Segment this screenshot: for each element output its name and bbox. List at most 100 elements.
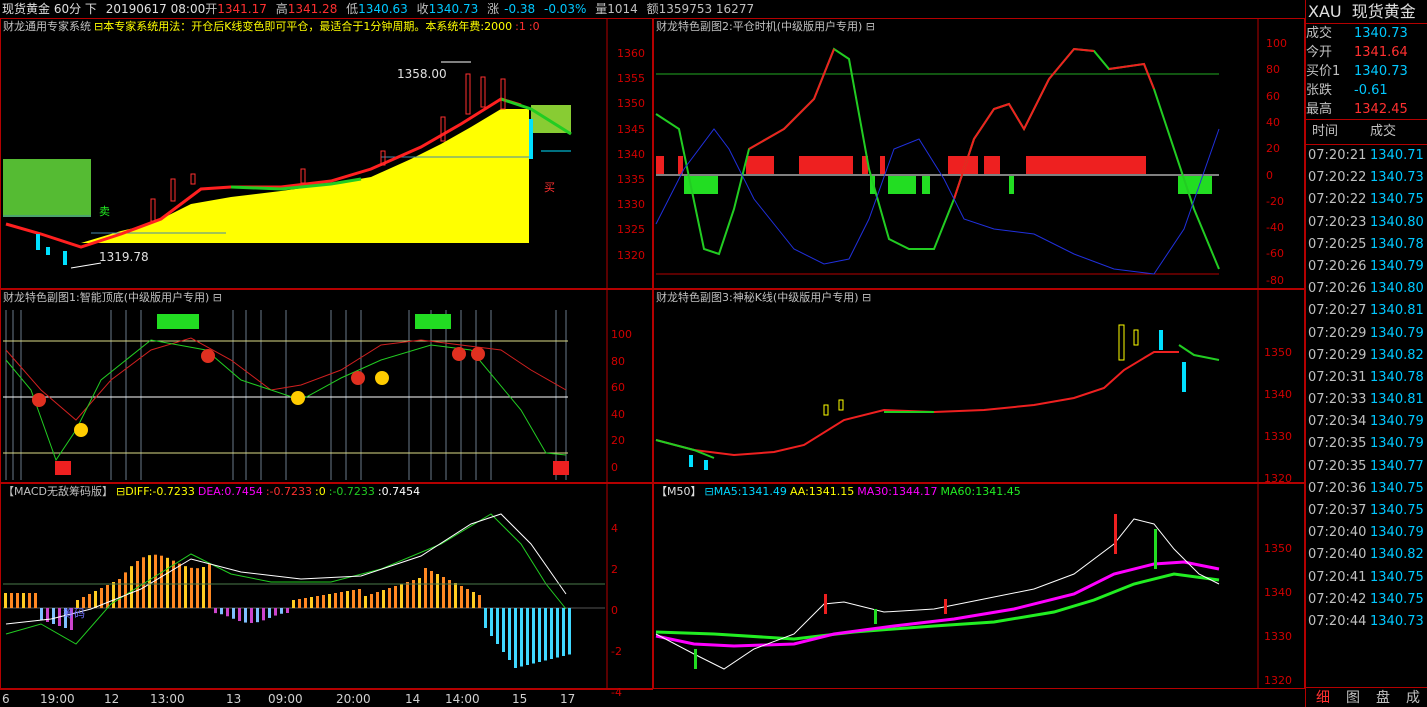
quote-value: 1342.45 (1354, 102, 1408, 117)
time-axis-label: 09:00 (268, 692, 303, 706)
macd-bar (484, 608, 487, 628)
axis-tick-label: 1355 (617, 72, 645, 86)
tick-price: 1340.79 (1370, 414, 1424, 430)
indicator-panel-3[interactable]: 财龙特色副图3:神秘K线(中级版用户专用) ⊟ 1350 1340 1330 1320 (653, 289, 1305, 485)
axis-tick-label: 1320 (1264, 674, 1292, 687)
macd-bar (400, 584, 403, 608)
axis-tick-label: 1330 (1264, 630, 1292, 643)
macd-histogram (4, 554, 571, 668)
sidebar-tab[interactable]: 细 (1316, 688, 1330, 707)
quote-sidebar: XAU 现货黄金 成交 1340.73 今开 1341.64 买价1 1340.73 张跌 -… (1305, 0, 1427, 707)
sidebar-tab[interactable]: 成 (1406, 688, 1420, 707)
macd-bar (382, 590, 385, 608)
quote-key: 最高 (1306, 102, 1333, 117)
lo-label: 1319.78 (99, 250, 149, 264)
tick-time: 07:20:35 (1308, 458, 1367, 474)
time-axis-label: 13:00 (150, 692, 185, 706)
main-v2: :0 (528, 20, 540, 33)
macd-bar (190, 567, 193, 608)
macd-bar (310, 597, 313, 608)
tick-time: 07:20:40 (1308, 547, 1367, 563)
macd-bar (358, 589, 361, 608)
macd-bar (250, 608, 253, 623)
macd-bar (196, 568, 199, 608)
tick-time: 07:20:31 (1308, 369, 1367, 385)
tick-price: 1340.75 (1370, 480, 1424, 496)
indicator-panel-2[interactable]: 财龙特色副图2:平仓时机(中级版用户专用) ⊟ 100 80 60 40 20 0 -20 -… (653, 18, 1305, 289)
macd-bar (28, 593, 31, 608)
sidebar-tab[interactable]: 盘 (1376, 688, 1390, 707)
tick-row: 07:20:33 1340.81 (1306, 389, 1427, 411)
sidebar-tab[interactable]: 图 (1346, 688, 1360, 707)
quote-key: 成交 (1306, 26, 1333, 41)
tick-price: 1340.82 (1370, 347, 1424, 363)
volume: 量1014 (595, 2, 638, 16)
axis-tick-label: 40 (611, 407, 625, 421)
ma-title: 【M50】 ⊟MA5:1341.49 AA:1341.15 MA30:1344.17 M… (656, 485, 1024, 499)
hi-label: 1358.00 (397, 67, 447, 81)
indicator-panel-1[interactable]: 财龙特色副图1:智能顶底(中级版用户专用) ⊟ 100 80 60 40 20 0 (0, 289, 653, 483)
time-axis-label: 6 (2, 692, 10, 706)
macd-bar (118, 579, 121, 608)
fig1-green-bars-1 (157, 314, 199, 329)
tick-time-header: 时间 (1312, 124, 1339, 139)
macd-bar (520, 608, 523, 667)
macd-bar (88, 594, 91, 608)
macd-svg (3, 484, 608, 688)
ma60-value: MA60:1341.45 (940, 485, 1021, 498)
macd-bar (340, 592, 343, 608)
tick-row: 07:20:36 1340.75 (1306, 478, 1427, 500)
macd-f: :0.7454 (377, 485, 421, 498)
tick-time: 07:20:23 (1308, 214, 1367, 230)
macd-bar (166, 557, 169, 608)
tick-time: 07:20:26 (1308, 281, 1367, 297)
macd-dea: DEA:0.7454 (197, 485, 263, 498)
macd-bar (130, 566, 133, 608)
tick-time: 07:20:22 (1308, 192, 1367, 208)
tick-price: 1340.73 (1370, 613, 1424, 629)
fig1-signal-dot (471, 347, 485, 361)
macd-bar (550, 608, 553, 659)
tick-price: 1340.77 (1370, 458, 1424, 474)
fig1-red-bars-2 (553, 461, 569, 475)
macd-bar (268, 608, 271, 618)
symbol-name: 现货黄金 (1351, 2, 1416, 21)
low-value: 1340.63 (358, 2, 408, 16)
quote-key: 买价1 (1306, 64, 1341, 79)
tick-row: 07:20:21 1340.71 (1306, 145, 1427, 167)
quote-row: 张跌 -0.61 (1306, 81, 1427, 100)
macd-bar (496, 608, 499, 644)
low-key: 低 (346, 2, 359, 16)
macd-bar (304, 598, 307, 608)
tick-time: 07:20:29 (1308, 325, 1367, 341)
macd-bar (502, 608, 505, 652)
axis-tick-label: 0 (1266, 168, 1273, 182)
quote-key: 今开 (1306, 45, 1333, 60)
tick-row: 07:20:23 1340.80 (1306, 212, 1427, 234)
macd-panel[interactable]: 【MACD无敌筹码版】 ⊟DIFF:-0.7233 DEA:0.7454:-0.72… (0, 483, 653, 699)
tick-price: 1340.82 (1370, 547, 1424, 563)
macd-c: :-0.7233 (265, 485, 313, 498)
high-value: 1341.28 (287, 2, 338, 16)
time-axis: 6 19:00 12 13:00 13 09:00 20:00 14 14:00 15 17 (0, 689, 653, 707)
tick-row: 07:20:27 1340.81 (1306, 300, 1427, 322)
main-chart-panel[interactable]: 财龙通用专家系统 ⊟本专家系统用法：开仓后K线变色即可平仓，最适合于1分钟周期。本… (0, 18, 653, 289)
tick-price: 1340.75 (1370, 192, 1424, 208)
axis-tick-label: 80 (611, 354, 625, 368)
macd-bar (328, 594, 331, 608)
main-panel-title: 财龙通用专家系统 ⊟本专家系统用法：开仓后K线变色即可平仓，最适合于1分钟周期。本… (3, 20, 543, 34)
axis-tick-label: 60 (1266, 89, 1280, 103)
fig3-candles (823, 324, 1139, 416)
ma-candles (824, 514, 1117, 614)
macd-bar (238, 608, 241, 622)
ma-panel[interactable]: 【M50】 ⊟MA5:1341.49 AA:1341.15 MA30:1344.17 M… (653, 483, 1305, 689)
tick-time: 07:20:33 (1308, 392, 1367, 408)
time-axis-label: 19:00 (40, 692, 75, 706)
axis-tick-label: 1350 (1264, 346, 1292, 359)
axis-tick-label: 100 (1266, 37, 1287, 50)
tick-price: 1340.75 (1370, 591, 1424, 607)
high-key: 高 (275, 2, 288, 16)
tick-time: 07:20:29 (1308, 347, 1367, 363)
fig1-title: 财龙特色副图1:智能顶底(中级版用户专用) ⊟ (3, 291, 222, 304)
tick-list[interactable]: 07:20:21 1340.71 07:20:22 1340.73 07:20:22 13… (1306, 145, 1427, 633)
